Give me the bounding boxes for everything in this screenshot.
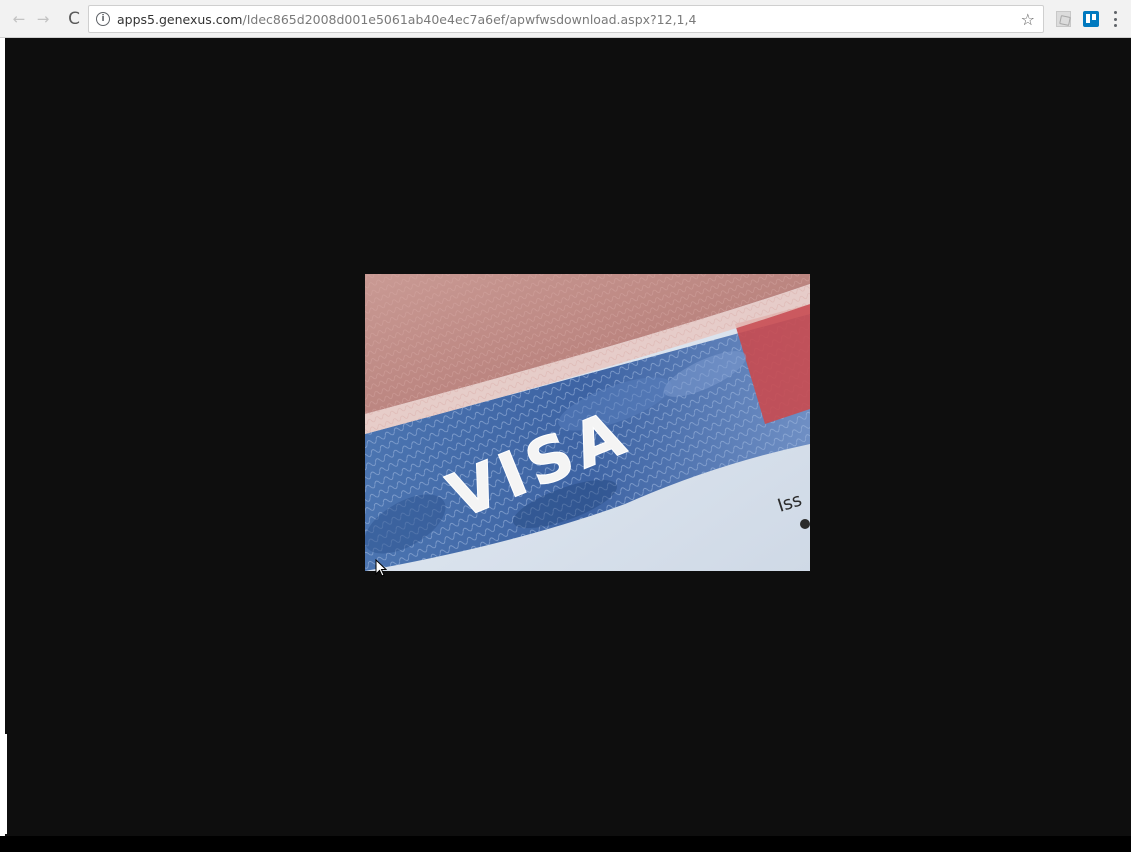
mouse-cursor-icon xyxy=(375,559,387,577)
back-arrow-icon[interactable]: ← xyxy=(9,9,29,29)
info-icon[interactable]: i xyxy=(96,12,110,26)
bottom-bar xyxy=(0,836,1131,852)
visa-image[interactable]: VISA Iss xyxy=(365,274,810,571)
pdf-extension-icon[interactable] xyxy=(1056,11,1071,27)
kebab-menu-icon[interactable] xyxy=(1113,11,1117,27)
url-domain: apps5.genexus.com xyxy=(117,12,243,27)
trello-extension-icon[interactable] xyxy=(1083,11,1099,27)
browser-toolbar: ← → C i apps5.genexus.com/Idec865d2008d0… xyxy=(0,0,1131,38)
forward-arrow-icon[interactable]: → xyxy=(33,9,53,29)
url-text: apps5.genexus.com/Idec865d2008d001e5061a… xyxy=(117,12,696,27)
left-edge-line xyxy=(5,734,7,834)
star-icon[interactable]: ☆ xyxy=(1021,10,1035,29)
reload-icon[interactable]: C xyxy=(64,9,84,29)
address-bar[interactable]: i apps5.genexus.com/Idec865d2008d001e506… xyxy=(88,5,1044,33)
url-path: /Idec865d2008d001e5061ab40e4ec7a6ef/apwf… xyxy=(242,12,697,27)
